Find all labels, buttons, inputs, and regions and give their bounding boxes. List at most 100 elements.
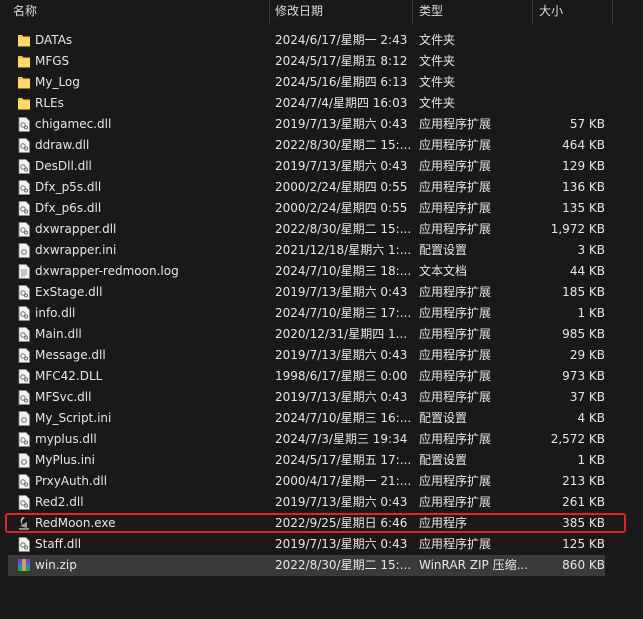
column-divider[interactable] (412, 0, 413, 24)
file-type: WinRAR ZIP 压缩... (419, 558, 529, 572)
file-row[interactable]: ExStage.dll 2019/7/13/星期六 0:43 应用程序扩展 185 K… (8, 282, 605, 303)
text-file-icon (17, 264, 31, 279)
dll-file-icon (17, 138, 31, 153)
ini-file-icon (17, 243, 31, 258)
folder-icon (17, 75, 31, 90)
column-header-bar: 名称 修改日期 类型 大小 (0, 0, 643, 24)
file-name: myplus.dll (35, 432, 97, 446)
column-divider[interactable] (269, 0, 270, 24)
file-row[interactable]: MyPlus.ini 2024/5/17/星期五 17:... 配置设置 1 KB (8, 450, 605, 471)
file-row[interactable]: DATAs 2024/6/17/星期一 2:43 文件夹 (8, 30, 605, 51)
dll-file-icon (17, 117, 31, 132)
winrar-archive-icon (17, 558, 31, 573)
file-modified-date: 2022/8/30/星期二 15:... (275, 138, 411, 152)
file-size (535, 93, 605, 114)
file-modified-date: 2000/4/17/星期一 21:... (275, 474, 411, 488)
file-size: 2,572 KB (550, 432, 605, 446)
file-type: 应用程序扩展 (419, 348, 492, 362)
file-row[interactable]: DesDll.dll 2019/7/13/星期六 0:43 应用程序扩展 129 KB (8, 156, 605, 177)
dll-file-icon (17, 432, 31, 447)
file-row[interactable]: Dfx_p6s.dll 2000/2/24/星期四 0:55 应用程序扩展 135 K… (8, 198, 605, 219)
file-type: 文件夹 (419, 75, 456, 89)
column-header-type[interactable]: 类型 (419, 0, 443, 24)
folder-icon (17, 54, 31, 69)
file-size: 1,972 KB (550, 222, 605, 236)
file-size: 29 KB (569, 348, 605, 362)
file-type: 应用程序扩展 (419, 390, 492, 404)
file-size: 129 KB (562, 159, 605, 173)
file-name: DesDll.dll (35, 159, 92, 173)
file-type: 文件夹 (419, 96, 456, 110)
file-name: Dfx_p6s.dll (35, 201, 102, 215)
file-type: 应用程序扩展 (419, 159, 492, 173)
file-row[interactable]: Message.dll 2019/7/13/星期六 0:43 应用程序扩展 29 KB (8, 345, 605, 366)
file-type: 配置设置 (419, 411, 468, 425)
dll-file-icon (17, 285, 31, 300)
column-divider[interactable] (612, 0, 613, 24)
column-divider[interactable] (532, 0, 533, 24)
file-row[interactable]: Main.dll 2020/12/31/星期四 1... 应用程序扩展 985 KB (8, 324, 605, 345)
file-row[interactable]: MFGS 2024/5/17/星期五 8:12 文件夹 (8, 51, 605, 72)
file-type: 应用程序扩展 (419, 201, 492, 215)
file-size: 860 KB (562, 558, 605, 572)
file-size: 985 KB (562, 327, 605, 341)
file-type: 应用程序扩展 (419, 138, 492, 152)
file-row[interactable]: info.dll 2024/7/10/星期三 17:... 应用程序扩展 1 KB (8, 303, 605, 324)
file-size (535, 72, 605, 93)
file-row[interactable]: ddraw.dll 2022/8/30/星期二 15:... 应用程序扩展 464 K… (8, 135, 605, 156)
file-size: 1 KB (577, 453, 605, 467)
file-name: DATAs (35, 33, 73, 47)
file-name: Dfx_p5s.dll (35, 180, 102, 194)
file-row[interactable]: MFSvc.dll 2019/7/13/星期六 0:43 应用程序扩展 37 KB (8, 387, 605, 408)
file-row[interactable]: win.zip 2022/8/30/星期二 15:... WinRAR ZIP 压缩… (8, 555, 605, 576)
file-type: 应用程序扩展 (419, 285, 492, 299)
column-header-size[interactable]: 大小 (539, 0, 563, 24)
file-modified-date: 2019/7/13/星期六 0:43 (275, 348, 408, 362)
file-row[interactable]: My_Log 2024/5/16/星期四 6:13 文件夹 (8, 72, 605, 93)
file-size: 125 KB (562, 537, 605, 551)
file-name: MyPlus.ini (35, 453, 95, 467)
file-row[interactable]: Red2.dll 2019/7/13/星期六 0:43 应用程序扩展 261 KB (8, 492, 605, 513)
file-name: Staff.dll (35, 537, 82, 551)
file-row[interactable]: RLEs 2024/7/4/星期四 16:03 文件夹 (8, 93, 605, 114)
file-row[interactable]: PrxyAuth.dll 2000/4/17/星期一 21:... 应用程序扩展 21… (8, 471, 605, 492)
file-name: Main.dll (35, 327, 82, 341)
file-size (535, 30, 605, 51)
file-row[interactable]: Staff.dll 2019/7/13/星期六 0:43 应用程序扩展 125 KB (8, 534, 605, 555)
ini-file-icon (17, 453, 31, 468)
file-modified-date: 2024/7/10/星期三 16:... (275, 411, 411, 425)
file-row[interactable]: My_Script.ini 2024/7/10/星期三 16:... 配置设置 4 K… (8, 408, 605, 429)
file-row[interactable]: dxwrapper.ini 2021/12/18/星期六 1:... 配置设置 3 K… (8, 240, 605, 261)
folder-icon (17, 33, 31, 48)
file-modified-date: 2019/7/13/星期六 0:43 (275, 159, 408, 173)
file-name: dxwrapper.ini (35, 243, 117, 257)
file-row[interactable]: Dfx_p5s.dll 2000/2/24/星期四 0:55 应用程序扩展 136 K… (8, 177, 605, 198)
file-type: 应用程序扩展 (419, 432, 492, 446)
file-modified-date: 2021/12/18/星期六 1:... (275, 243, 411, 257)
file-row[interactable]: dxwrapper-redmoon.log 2024/7/10/星期三 18:..… (8, 261, 605, 282)
file-type: 应用程序扩展 (419, 117, 492, 131)
folder-icon (17, 96, 31, 111)
file-size: 44 KB (569, 264, 605, 278)
dll-file-icon (17, 537, 31, 552)
file-size: 261 KB (562, 495, 605, 509)
column-header-name[interactable]: 名称 (13, 0, 37, 24)
file-name: RLEs (35, 96, 64, 110)
file-row[interactable]: chigamec.dll 2019/7/13/星期六 0:43 应用程序扩展 57 K… (8, 114, 605, 135)
file-size (535, 51, 605, 72)
dll-file-icon (17, 159, 31, 174)
file-name: My_Script.ini (35, 411, 112, 425)
file-type: 文件夹 (419, 54, 456, 68)
file-row[interactable]: dxwrapper.dll 2022/8/30/星期二 15:... 应用程序扩展 1… (8, 219, 605, 240)
file-type: 应用程序扩展 (419, 327, 492, 341)
file-modified-date: 2019/7/13/星期六 0:43 (275, 390, 408, 404)
file-name: MFGS (35, 54, 70, 68)
column-header-date[interactable]: 修改日期 (275, 0, 323, 24)
file-size: 1 KB (577, 306, 605, 320)
file-name: chigamec.dll (35, 117, 112, 131)
file-name: Red2.dll (35, 495, 84, 509)
file-row[interactable]: MFC42.DLL 1998/6/17/星期三 0:00 应用程序扩展 973 KB (8, 366, 605, 387)
dll-file-icon (17, 180, 31, 195)
file-row[interactable]: myplus.dll 2024/7/3/星期三 19:34 应用程序扩展 2,572 … (8, 429, 605, 450)
file-size: 136 KB (562, 180, 605, 194)
